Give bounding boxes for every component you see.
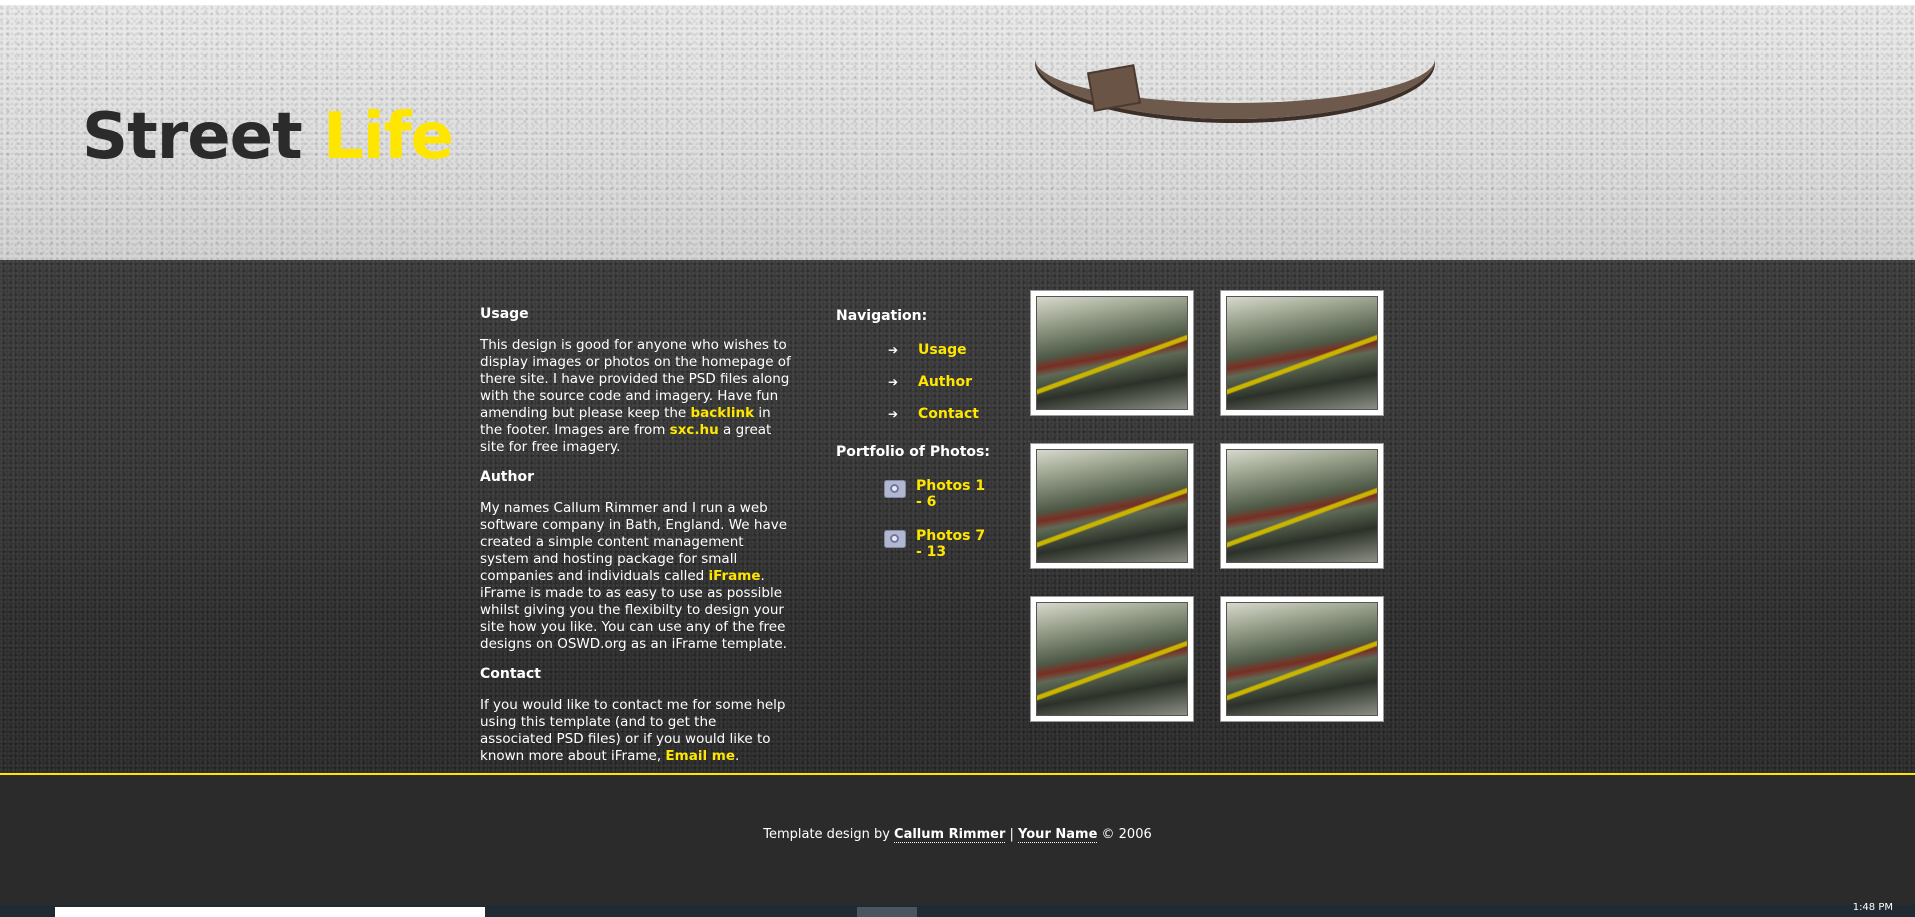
- arrow-right-icon: ➔: [888, 407, 899, 421]
- backlink-link[interactable]: backlink: [691, 405, 755, 421]
- arrow-right-icon: ➔: [888, 343, 899, 357]
- photo-thumbnail-1[interactable]: [1030, 290, 1194, 416]
- footer-name-link[interactable]: Your Name: [1018, 827, 1098, 843]
- nav-link-author[interactable]: Author: [918, 374, 972, 390]
- photo-thumbnail-5[interactable]: [1030, 596, 1194, 722]
- portfolio-link-1[interactable]: Photos 1 - 6: [916, 478, 986, 510]
- subway-train-image: [1036, 296, 1188, 410]
- sidebar-navigation: Navigation: ➔ Usage ➔ Author ➔ Contact Port…: [836, 308, 1016, 578]
- nav-link-usage[interactable]: Usage: [918, 342, 967, 358]
- camera-icon: [884, 530, 906, 548]
- manhole-handle-image: [1089, 66, 1139, 110]
- portfolio-link-2[interactable]: Photos 7 - 13: [916, 528, 986, 560]
- title-main: Street: [82, 100, 303, 174]
- subway-train-image: [1226, 449, 1378, 563]
- contact-heading: Contact: [480, 666, 541, 682]
- nav-item-author[interactable]: ➔ Author: [836, 374, 1016, 390]
- main-content: Usage This design is good for anyone who…: [480, 306, 792, 778]
- taskbar-search-input[interactable]: [55, 907, 485, 917]
- nav-item-contact[interactable]: ➔ Contact: [836, 406, 1016, 422]
- subway-train-image: [1226, 602, 1378, 716]
- nav-link-contact[interactable]: Contact: [918, 406, 979, 422]
- subway-train-image: [1036, 449, 1188, 563]
- taskbar-clock: 1:48 PM: [1852, 902, 1893, 913]
- portfolio-heading: Portfolio of Photos:: [836, 444, 990, 460]
- usage-text: This design is good for anyone who wishe…: [480, 337, 791, 455]
- author-heading: Author: [480, 469, 534, 485]
- subway-train-image: [1226, 296, 1378, 410]
- subway-train-image: [1036, 602, 1188, 716]
- footer-credits: Template design by Callum Rimmer | Your …: [763, 827, 1152, 843]
- camera-icon: [884, 480, 906, 498]
- site-title: Street Life: [82, 100, 454, 174]
- portfolio-item-2[interactable]: Photos 7 - 13: [836, 528, 1016, 560]
- photo-thumbnail-2[interactable]: [1220, 290, 1384, 416]
- contact-text: If you would like to contact me for some…: [480, 697, 786, 764]
- footer: Template design by Callum Rimmer | Your …: [0, 775, 1915, 905]
- author-text: My names Callum Rimmer and I run a web s…: [480, 500, 788, 652]
- sxc-link[interactable]: sxc.hu: [670, 422, 719, 438]
- email-link[interactable]: Email me: [665, 748, 735, 764]
- photo-thumbnail-4[interactable]: [1220, 443, 1384, 569]
- taskbar-button[interactable]: [857, 907, 917, 917]
- photo-thumbnail-3[interactable]: [1030, 443, 1194, 569]
- iframe-link[interactable]: iFrame: [709, 568, 761, 584]
- usage-heading: Usage: [480, 306, 529, 322]
- footer-author-link[interactable]: Callum Rimmer: [894, 827, 1006, 843]
- nav-item-usage[interactable]: ➔ Usage: [836, 342, 1016, 358]
- arrow-right-icon: ➔: [888, 375, 899, 389]
- taskbar: 1:48 PM: [0, 902, 1915, 917]
- navigation-list: ➔ Usage ➔ Author ➔ Contact: [836, 342, 1016, 422]
- portfolio-item-1[interactable]: Photos 1 - 6: [836, 478, 1016, 510]
- title-accent: Life: [322, 100, 454, 174]
- photo-thumbnail-6[interactable]: [1220, 596, 1384, 722]
- navigation-heading: Navigation:: [836, 308, 928, 324]
